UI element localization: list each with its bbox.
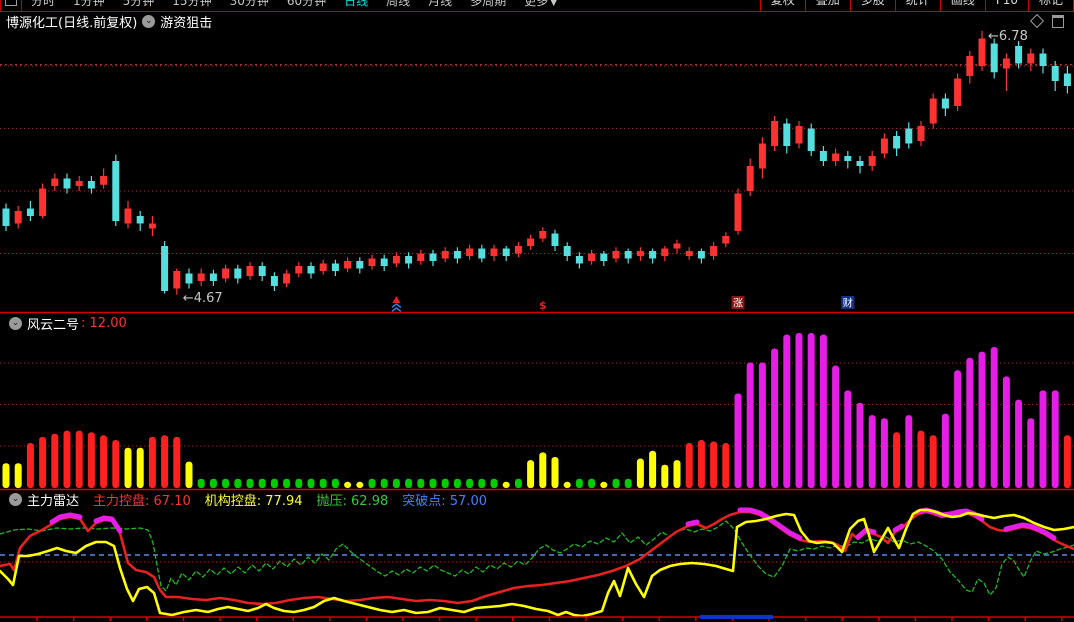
app-window: ←6.78 ←4.67 $ 涨 财 分时 1分钟 5分钟 15分钟 30分钟 60分钟 …	[0, 0, 1074, 622]
f10-button[interactable]: F10	[984, 0, 1028, 11]
metric-zhuli: 主力控盘: 67.10	[93, 494, 191, 509]
metric-paoya: 抛压: 62.98	[316, 494, 389, 509]
toolbar-right: 复权 叠加 多股 统计 画线 F10 标记	[759, 0, 1074, 11]
fuquan-button[interactable]: 复权	[759, 0, 805, 11]
tab-multi-period[interactable]: 多周期	[470, 0, 506, 9]
tab-15min[interactable]: 15分钟	[172, 0, 211, 9]
layout-grid-icon[interactable]	[0, 0, 22, 11]
stats-button[interactable]: 统计	[894, 0, 940, 11]
fengyun-panel-header: ⌄ 风云二号 : 12.00	[4, 314, 127, 333]
indicator-value: : 12.00	[81, 316, 127, 331]
indicator-title: 主力雷达	[27, 494, 80, 509]
tab-fenshi[interactable]: 分时	[31, 0, 55, 9]
chart-canvas: ←6.78 ←4.67 $ 涨 财	[0, 29, 1074, 621]
overlay-button[interactable]: 叠加	[804, 0, 850, 11]
chevron-down-icon[interactable]: ⌄	[142, 14, 156, 28]
svg-text:涨: 涨	[733, 298, 743, 310]
strategy-name: 游资狙击	[160, 15, 213, 31]
chevron-down-icon: ▼	[550, 0, 558, 8]
top-menu-bar: 分时 1分钟 5分钟 15分钟 30分钟 60分钟 日线 周线 月线 多周期 更…	[0, 0, 1074, 12]
diamond-icon[interactable]	[1029, 13, 1045, 29]
tab-weekly[interactable]: 周线	[386, 0, 410, 9]
metric-tupodian: 突破点: 57.00	[402, 494, 488, 509]
tab-1min[interactable]: 1分钟	[73, 0, 105, 9]
metric-jigou: 机构控盘: 77.94	[204, 494, 303, 509]
indicator-title: 风云二号	[27, 318, 80, 333]
svg-text:←6.78: ←6.78	[988, 29, 1028, 44]
mark-button[interactable]: 标记	[1027, 0, 1074, 11]
stock-title: 博源化工(日线.前复权)	[6, 15, 138, 31]
svg-text:←4.67: ←4.67	[183, 291, 223, 306]
tab-30min[interactable]: 30分钟	[230, 0, 269, 9]
multi-stock-button[interactable]: 多股	[849, 0, 895, 11]
tab-daily[interactable]: 日线	[344, 0, 368, 9]
svg-text:财: 财	[843, 297, 853, 310]
chevron-down-icon[interactable]: ⌄	[9, 317, 22, 330]
tab-60min[interactable]: 60分钟	[287, 0, 326, 9]
svg-text:$: $	[539, 299, 547, 312]
draw-line-button[interactable]: 画线	[939, 0, 985, 11]
radar-panel-header: ⌄ 主力雷达 主力控盘: 67.10 机构控盘: 77.94 抛压: 62.98…	[4, 490, 487, 509]
tab-more[interactable]: 更多 ▼	[524, 0, 557, 9]
title-bar: 博源化工(日线.前复权) ⌄ 游资狙击	[0, 11, 1074, 31]
tab-monthly[interactable]: 月线	[428, 0, 452, 9]
tab-5min[interactable]: 5分钟	[123, 0, 155, 9]
chevron-down-icon[interactable]: ⌄	[9, 493, 22, 506]
maximize-icon[interactable]	[1052, 14, 1064, 28]
